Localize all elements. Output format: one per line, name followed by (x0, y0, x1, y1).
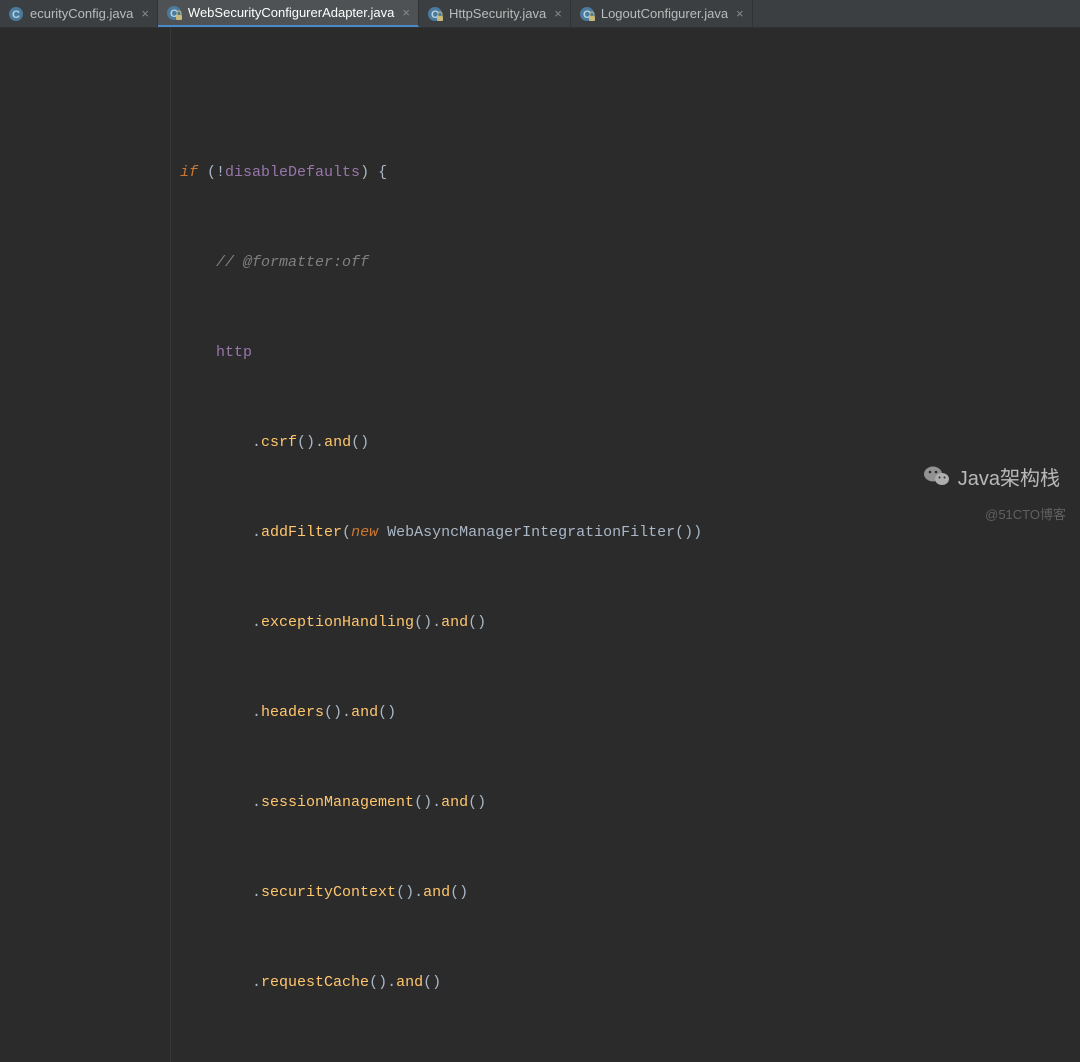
watermark-text: Java架构栈 (958, 462, 1060, 491)
editor-tabs: C ecurityConfig.java × C WebSecurityConf… (0, 0, 1080, 28)
code-line: http (0, 338, 1080, 368)
watermark-main: Java架构栈 (922, 461, 1060, 491)
code-line: .headers().and() (0, 698, 1080, 728)
java-class-icon: C (8, 6, 24, 22)
code-line: .anonymous().and() (0, 1058, 1080, 1062)
close-icon[interactable]: × (554, 6, 562, 21)
tab-label: WebSecurityConfigurerAdapter.java (188, 5, 394, 20)
java-class-locked-icon: C (427, 6, 443, 22)
close-icon[interactable]: × (141, 6, 149, 21)
watermark-sub: @51CTO博客 (985, 504, 1066, 523)
code-line: // @formatter:off (0, 248, 1080, 278)
code-line: .securityContext().and() (0, 878, 1080, 908)
tab-httpsecurity[interactable]: C HttpSecurity.java × (419, 0, 571, 27)
tab-logoutconfigurer[interactable]: C LogoutConfigurer.java × (571, 0, 753, 27)
close-icon[interactable]: × (402, 5, 410, 20)
gutter-divider (170, 28, 171, 1062)
tab-websecurityconfigureradapter[interactable]: C WebSecurityConfigurerAdapter.java × (158, 0, 419, 27)
close-icon[interactable]: × (736, 6, 744, 21)
tab-securityconfig[interactable]: C ecurityConfig.java × (0, 0, 158, 27)
code-line: .addFilter(new WebAsyncManagerIntegratio… (0, 518, 1080, 548)
code-line: .requestCache().and() (0, 968, 1080, 998)
tab-label: ecurityConfig.java (30, 6, 133, 21)
tab-label: HttpSecurity.java (449, 6, 546, 21)
tab-label: LogoutConfigurer.java (601, 6, 728, 21)
code-line: .sessionManagement().and() (0, 788, 1080, 818)
code-line: .csrf().and() (0, 428, 1080, 458)
java-class-locked-icon: C (579, 6, 595, 22)
wechat-icon (922, 461, 952, 491)
code-line: if (!disableDefaults) { (0, 158, 1080, 188)
svg-text:C: C (12, 9, 20, 21)
code-line: .exceptionHandling().and() (0, 608, 1080, 638)
java-class-locked-icon: C (166, 5, 182, 21)
code-editor[interactable]: if (!disableDefaults) { // @formatter:of… (0, 28, 1080, 1062)
